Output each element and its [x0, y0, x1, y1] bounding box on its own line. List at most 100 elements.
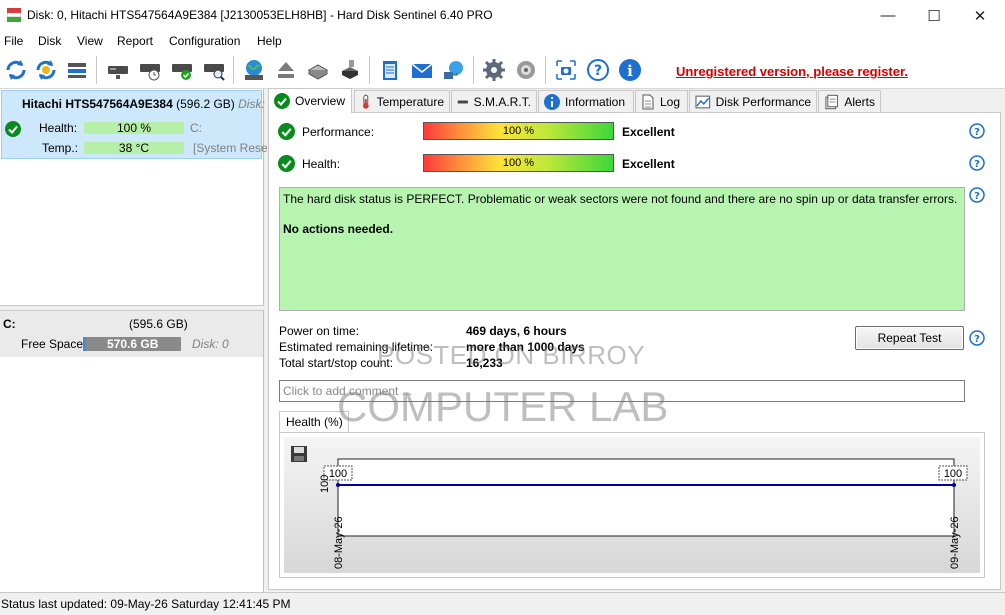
chart-plot: 100 08-May-26 100 09-May-26 100: [319, 458, 968, 569]
info-icon: [544, 93, 560, 110]
register-link[interactable]: Unregistered version, please register.: [676, 64, 908, 79]
health-label: Health:: [302, 157, 341, 171]
overview-panel: Performance: 100 % Excellent ? Health: 1…: [268, 112, 1001, 590]
lifetime-value: more than 1000 days: [466, 340, 585, 354]
health-partition: C:: [190, 121, 202, 135]
tab-temperature[interactable]: Temperature: [354, 90, 450, 112]
sound-icon[interactable]: [512, 56, 540, 84]
tab-label: Log: [660, 94, 681, 109]
mail-icon[interactable]: [408, 56, 436, 84]
title-bar: Disk: 0, Hitachi HTS547564A9E384 [J21300…: [0, 0, 1005, 31]
menu-bar: File Disk View Report Configuration Help: [0, 31, 1005, 52]
performance-bar: 100 %: [423, 122, 614, 140]
health-bar: 100 %: [423, 154, 614, 172]
disk-entry-selected[interactable]: Hitachi HTS547564A9E384 (596.2 GB) Disk:…: [1, 90, 268, 159]
disk-ok-icon[interactable]: [168, 56, 196, 84]
tab-bar: Overview Temperature S.M.A.R.T. Informat…: [268, 88, 1005, 113]
info-icon[interactable]: i: [616, 56, 644, 84]
x-tick-label: 08-May-26: [333, 516, 345, 569]
chart-icon: [695, 95, 711, 108]
temp-partition: [System Rese: [193, 141, 268, 155]
menu-help[interactable]: Help: [257, 34, 282, 48]
disk-list-icon[interactable]: [63, 56, 91, 84]
drive-export-icon[interactable]: [336, 56, 364, 84]
free-space-label: Free Space: [21, 337, 84, 351]
disk-size: (596.2 GB): [176, 97, 235, 111]
check-icon: [274, 93, 290, 109]
power-on-label: Power on time:: [279, 324, 360, 338]
toolbar-separator: [545, 56, 546, 84]
menu-disk[interactable]: Disk: [38, 34, 61, 48]
menu-view[interactable]: View: [77, 34, 103, 48]
lifetime-label: Estimated remaining lifetime:: [279, 340, 434, 354]
thermometer-icon: [362, 94, 369, 109]
app-icon: [6, 8, 22, 22]
disk-schedule-icon[interactable]: [136, 56, 164, 84]
notepad-icon[interactable]: [376, 56, 404, 84]
minimize-button[interactable]: —: [865, 0, 911, 31]
refresh-icon[interactable]: [2, 56, 30, 84]
help-icon[interactable]: ?: [969, 123, 985, 139]
alerts-icon: [825, 94, 838, 109]
comment-input[interactable]: [279, 380, 965, 402]
log-icon: [642, 94, 654, 109]
temp-bar: 38 °C: [84, 141, 184, 155]
temp-label: Temp.:: [42, 141, 79, 155]
tab-smart[interactable]: S.M.A.R.T.: [451, 90, 537, 112]
volume-letter: C:: [3, 317, 16, 331]
eject-icon[interactable]: [272, 56, 300, 84]
screenshot-icon[interactable]: [552, 56, 580, 84]
repeat-test-button[interactable]: Repeat Test: [855, 326, 964, 350]
startstop-value: 16,233: [466, 356, 503, 370]
help-icon[interactable]: ?: [969, 187, 985, 203]
toolbar: ? i Unregistered version, please registe…: [0, 52, 1005, 89]
chart-title-tab[interactable]: Health (%): [279, 411, 349, 433]
health-label: Health:: [39, 121, 78, 135]
check-icon: [278, 123, 295, 143]
plot-top-band: [337, 458, 955, 486]
tab-label: Overview: [295, 94, 346, 108]
volume-entry[interactable]: C: (595.6 GB) Free Space 570.6 GB Disk: …: [0, 311, 263, 357]
disk-info-icon[interactable]: [104, 56, 132, 84]
power-on-value: 469 days, 6 hours: [466, 324, 567, 338]
menu-file[interactable]: File: [4, 34, 23, 48]
tab-label: Alerts: [844, 94, 875, 109]
settings-icon[interactable]: [480, 56, 508, 84]
svg-text:i: i: [627, 62, 633, 80]
health-chart: 100 08-May-26 100 09-May-26 100: [279, 432, 985, 578]
close-button[interactable]: ✕: [957, 0, 1003, 31]
tab-information[interactable]: Information: [538, 90, 634, 112]
health-rating: Excellent: [622, 157, 675, 171]
svg-text:?: ?: [974, 127, 980, 138]
drive-tools-icon[interactable]: [304, 56, 332, 84]
globe-disk-icon[interactable]: [240, 56, 268, 84]
volume-size: (595.6 GB): [129, 317, 188, 331]
data-point: [336, 483, 340, 487]
data-label: 100: [329, 468, 347, 480]
help-icon[interactable]: ?: [584, 56, 612, 84]
disk-search-icon[interactable]: [200, 56, 228, 84]
refresh-all-icon[interactable]: [32, 56, 60, 84]
tab-overview[interactable]: Overview: [268, 88, 352, 113]
volume-disk-ref: Disk: 0: [192, 337, 229, 351]
startstop-label: Total start/stop count:: [279, 356, 394, 370]
status-action: No actions needed.: [283, 222, 394, 236]
help-icon[interactable]: ?: [969, 330, 985, 346]
data-label: 100: [944, 468, 962, 480]
check-icon: [5, 121, 21, 140]
menu-report[interactable]: Report: [117, 34, 153, 48]
data-point: [952, 483, 956, 487]
window-title: Disk: 0, Hitachi HTS547564A9E384 [J21300…: [27, 8, 493, 22]
performance-label: Performance:: [302, 125, 375, 139]
tab-disk-performance[interactable]: Disk Performance: [689, 90, 817, 112]
maximize-button[interactable]: ☐: [911, 0, 957, 31]
network-icon[interactable]: [440, 56, 468, 84]
tab-alerts[interactable]: Alerts: [818, 90, 881, 112]
menu-configuration[interactable]: Configuration: [169, 34, 240, 48]
tab-log[interactable]: Log: [635, 90, 688, 112]
toolbar-separator: [233, 56, 234, 84]
disk-model: Hitachi HTS547564A9E384: [22, 97, 173, 111]
help-icon[interactable]: ?: [969, 155, 985, 171]
disk-suffix: Disk:: [238, 97, 265, 111]
svg-text:?: ?: [594, 63, 602, 79]
